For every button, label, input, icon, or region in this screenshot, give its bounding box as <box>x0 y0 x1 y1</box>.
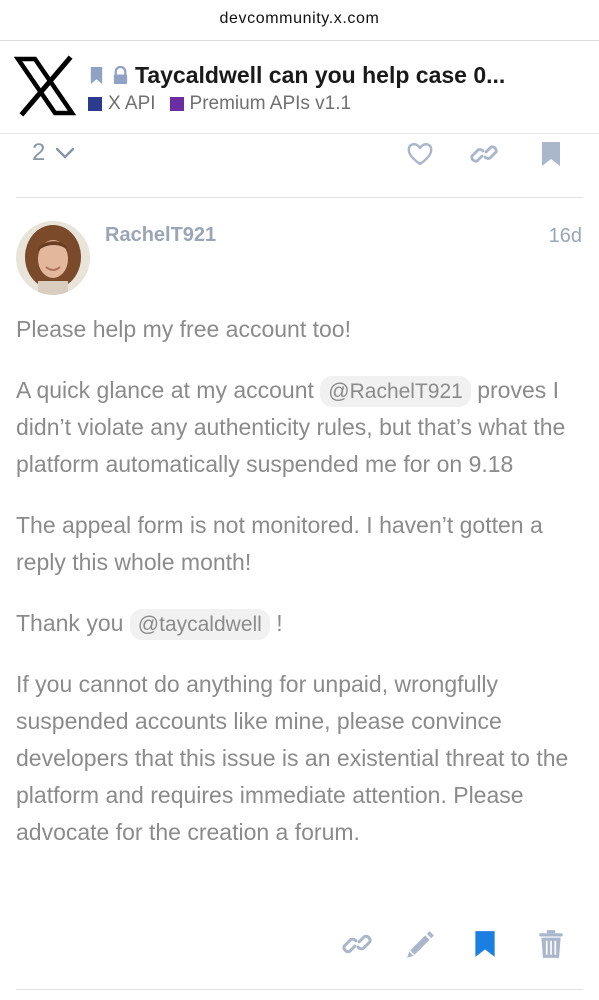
post-actions <box>0 925 599 965</box>
post-text: Thank you <box>16 610 124 636</box>
category-label: X API <box>108 93 156 114</box>
chevron-down-icon <box>56 147 75 159</box>
link-icon[interactable] <box>470 140 498 168</box>
heart-icon[interactable] <box>406 140 434 168</box>
url-bar[interactable]: devcommunity.x.com <box>0 0 599 41</box>
post-text: A quick glance at my account <box>16 377 314 403</box>
avatar[interactable] <box>16 221 90 295</box>
category-color-swatch <box>88 97 102 111</box>
post-divider <box>16 197 583 198</box>
category-x-api[interactable]: X API <box>88 93 156 115</box>
topic-title-row[interactable]: Taycaldwell can you help case 0... <box>87 59 591 91</box>
mention-rachelt921[interactable]: @RachelT921 <box>320 376 471 407</box>
post-text: If you cannot do anything for unpaid, wr… <box>16 671 569 845</box>
post-text: The appeal form is not monitored. I have… <box>16 512 543 575</box>
replies-count: 2 <box>32 139 46 166</box>
page: devcommunity.x.com Taycaldwell can you h… <box>0 0 599 1000</box>
post-body: Please help my free account too! A quick… <box>16 311 586 875</box>
link-icon[interactable] <box>342 929 372 959</box>
post-paragraph: If you cannot do anything for unpaid, wr… <box>16 666 586 851</box>
post-divider <box>16 989 583 990</box>
category-label: Premium APIs v1.1 <box>189 93 352 114</box>
post-age[interactable]: 16d <box>549 225 582 248</box>
x-logo-icon[interactable] <box>14 55 76 117</box>
bookmark-icon <box>90 66 103 84</box>
category-color-swatch <box>169 97 184 111</box>
bookmark-icon[interactable] <box>470 929 500 959</box>
previous-post-controls: 2 <box>0 133 599 197</box>
post-text: Please help my free account too! <box>16 316 351 342</box>
url-text[interactable]: devcommunity.x.com <box>0 10 599 28</box>
post-paragraph: Thank you @taycaldwell ! <box>16 605 586 642</box>
category-badges: X API Premium APIs v1.1 <box>88 93 365 115</box>
mention-taycaldwell[interactable]: @taycaldwell <box>129 609 270 640</box>
post-paragraph: A quick glance at my account @RachelT921… <box>16 372 586 483</box>
post-paragraph: Please help my free account too! <box>16 311 586 348</box>
replies-toggle[interactable]: 2 <box>32 139 75 167</box>
post-paragraph: The appeal form is not monitored. I have… <box>16 507 586 581</box>
avatar-image <box>16 221 90 295</box>
topic-title[interactable]: Taycaldwell can you help case 0... <box>135 62 591 89</box>
pencil-icon[interactable] <box>406 929 436 959</box>
lock-icon <box>113 65 128 84</box>
trash-icon[interactable] <box>536 929 566 959</box>
category-premium-apis[interactable]: Premium APIs v1.1 <box>169 93 352 115</box>
topic-header: Taycaldwell can you help case 0... X API… <box>0 41 599 134</box>
bookmark-icon[interactable] <box>537 140 565 168</box>
post-text: ! <box>276 610 283 636</box>
post-username[interactable]: RachelT921 <box>105 224 216 247</box>
